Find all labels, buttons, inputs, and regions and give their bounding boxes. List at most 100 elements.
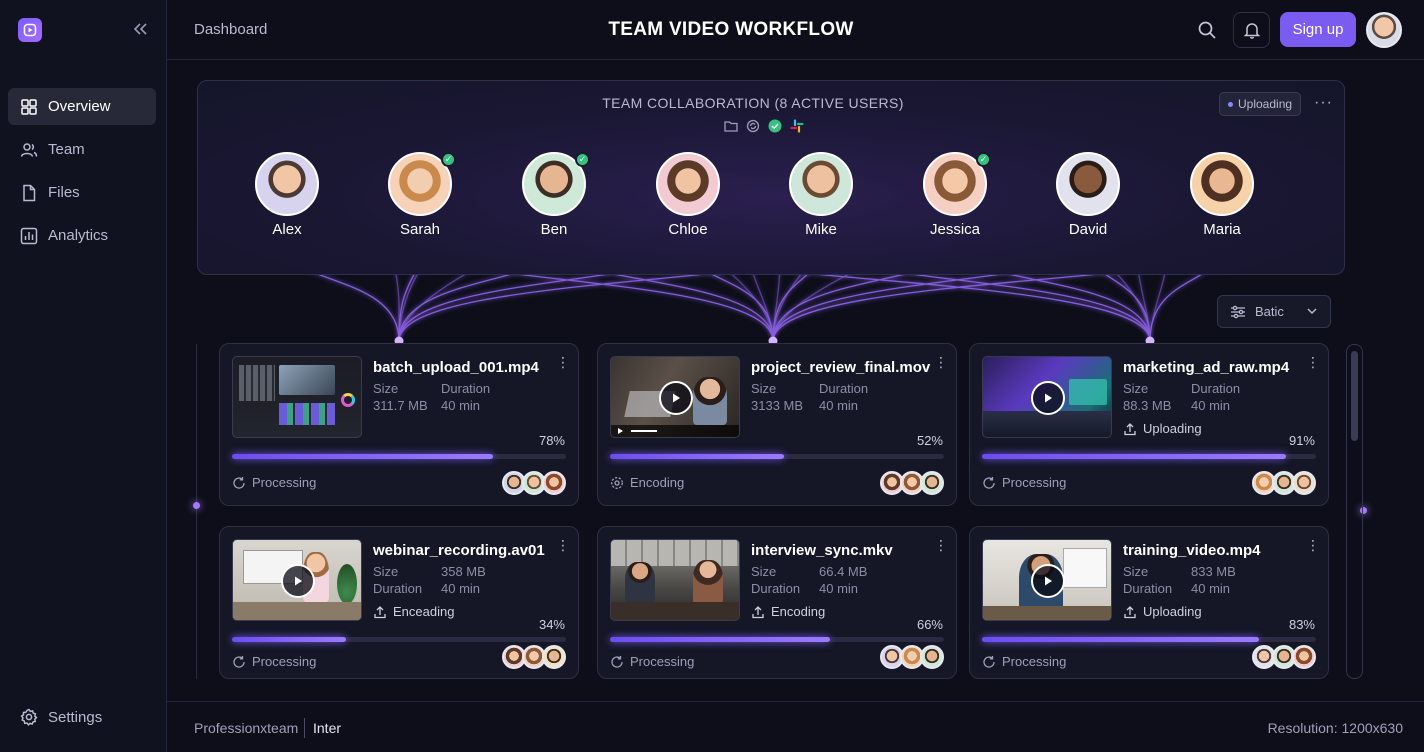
video-card[interactable]: training_video.mp4 ⋮ Size 833 MB Duratio… [969, 526, 1329, 679]
card-status: Processing [982, 654, 1066, 669]
sidebar-item-team[interactable]: Team [8, 131, 156, 168]
play-icon[interactable] [1031, 564, 1065, 598]
verified-check-icon: ✓ [441, 152, 456, 167]
sidebar-item-label: Team [48, 141, 85, 158]
team-member-jessica[interactable]: ✓ Jessica [910, 152, 1000, 238]
video-card[interactable]: batch_upload_001.mp4 ⋮ Size Duration 311… [219, 343, 579, 506]
duration-label: Duration [1191, 381, 1241, 396]
video-thumbnail[interactable] [982, 356, 1112, 438]
assignee-avatars[interactable] [880, 471, 944, 495]
more-options-icon[interactable]: ··· [1314, 94, 1333, 112]
avatar: ✓ [923, 152, 991, 216]
app-logo[interactable] [18, 18, 42, 42]
sidebar: Overview Team Files Analytics Settings [0, 0, 167, 752]
card-action[interactable]: Uploading [1123, 421, 1202, 436]
gear-icon [610, 476, 624, 490]
duration-value: 40 min [1191, 398, 1231, 413]
size-value: 3133 MB [751, 398, 804, 413]
footer-team: Professionxteam [194, 720, 299, 736]
search-icon[interactable] [1197, 20, 1217, 40]
sidebar-item-overview[interactable]: Overview [8, 88, 156, 125]
avatar [255, 152, 319, 216]
progress-fill [610, 637, 831, 642]
team-member-alex[interactable]: Alex [242, 152, 332, 238]
more-vertical-icon[interactable]: ⋮ [1306, 538, 1320, 552]
sidebar-item-files[interactable]: Files [8, 174, 156, 211]
more-vertical-icon[interactable]: ⋮ [934, 538, 948, 552]
progress-fill [232, 637, 346, 642]
status-text: Encoding [630, 475, 685, 490]
card-status: Processing [232, 654, 316, 669]
member-name: Ben [540, 221, 568, 238]
sidebar-item-analytics[interactable]: Analytics [8, 217, 156, 254]
size-value: 88.3 MB [1123, 398, 1172, 413]
video-thumbnail[interactable] [232, 356, 362, 438]
collaboration-tools [724, 119, 804, 133]
collapse-sidebar-icon[interactable] [130, 20, 150, 40]
refresh-icon [982, 476, 996, 490]
team-member-mike[interactable]: Mike [776, 152, 866, 238]
team-member-ben[interactable]: ✓ Ben [509, 152, 599, 238]
slack-icon[interactable] [790, 119, 804, 133]
card-status: Processing [232, 475, 316, 490]
member-name: Alex [272, 221, 302, 238]
video-thumbnail[interactable] [610, 356, 740, 438]
play-icon[interactable] [281, 564, 315, 598]
check-circle-icon[interactable] [768, 119, 782, 133]
card-action[interactable]: Enceading [373, 604, 454, 619]
folder-icon[interactable] [724, 119, 738, 133]
team-member-david[interactable]: David [1043, 152, 1133, 238]
sync-icon[interactable] [746, 119, 760, 133]
scrollbar-thumb[interactable] [1351, 351, 1358, 441]
more-vertical-icon[interactable]: ⋮ [934, 355, 948, 369]
duration-value: 40 min [1191, 581, 1231, 596]
avatar [789, 152, 853, 216]
action-label: Uploading [1143, 421, 1202, 436]
more-vertical-icon[interactable]: ⋮ [556, 538, 570, 552]
card-action[interactable]: Uploading [1123, 604, 1202, 619]
sliders-icon [1230, 305, 1246, 319]
video-thumbnail[interactable] [610, 539, 740, 621]
progress-bar [610, 454, 944, 459]
assignee-avatars[interactable] [1252, 645, 1316, 669]
video-card[interactable]: interview_sync.mkv ⋮ Size 66.4 MB Durati… [597, 526, 957, 679]
size-label: Size [1123, 381, 1149, 396]
user-avatar[interactable] [1366, 12, 1402, 48]
page-title: TEAM VIDEO WORKFLOW [608, 19, 854, 40]
assignee-avatars[interactable] [502, 645, 566, 669]
file-name: project_review_final.mov [751, 359, 931, 376]
assignee-avatars[interactable] [502, 471, 566, 495]
avatar [1056, 152, 1120, 216]
video-thumbnail[interactable] [232, 539, 362, 621]
more-vertical-icon[interactable]: ⋮ [556, 355, 570, 369]
filter-value: Batic [1255, 304, 1284, 319]
team-member-maria[interactable]: Maria [1177, 152, 1267, 238]
verified-check-icon: ✓ [575, 152, 590, 167]
more-vertical-icon[interactable]: ⋮ [1306, 355, 1320, 369]
member-name: David [1068, 221, 1108, 238]
footer-resolution: Resolution: 1200x630 [1267, 720, 1403, 736]
video-card[interactable]: project_review_final.mov ⋮ Size Duration… [597, 343, 957, 506]
batch-filter-select[interactable]: Batic [1217, 295, 1331, 328]
status-text: Processing [1002, 475, 1067, 490]
footer: Professionxteam Inter Resolution: 1200x6… [167, 701, 1424, 752]
scrollbar[interactable] [1346, 344, 1363, 679]
assignee-avatars[interactable] [880, 645, 944, 669]
duration-label: Duration [441, 381, 491, 396]
video-card[interactable]: marketing_ad_raw.mp4 ⋮ Size Duration 88.… [969, 343, 1329, 506]
play-icon[interactable] [1031, 381, 1065, 415]
card-action[interactable]: Encoding [751, 604, 825, 619]
sign-up-button[interactable]: Sign up [1280, 12, 1356, 47]
video-thumbnail[interactable] [982, 539, 1112, 621]
team-member-chloe[interactable]: Chloe [643, 152, 733, 238]
progress-percent: 91% [1288, 433, 1315, 448]
assignee-avatars[interactable] [1252, 471, 1316, 495]
upload-icon [1123, 422, 1137, 436]
video-card[interactable]: webinar_recording.av01 ⋮ Size 358 MB Dur… [219, 526, 579, 679]
size-value: 833 MB [1191, 564, 1236, 579]
duration-label: Duration [1123, 581, 1173, 596]
team-member-sarah[interactable]: ✓ Sarah [375, 152, 465, 238]
notifications-button[interactable] [1233, 12, 1270, 48]
play-icon[interactable] [659, 381, 693, 415]
sidebar-item-settings[interactable]: Settings [20, 708, 102, 726]
